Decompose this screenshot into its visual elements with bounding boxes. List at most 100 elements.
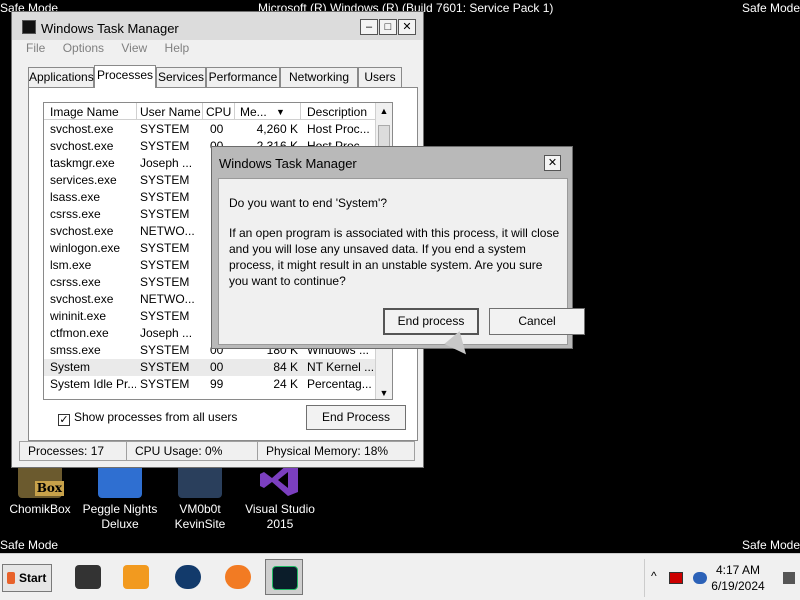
taskbar-globe[interactable]: [169, 559, 207, 595]
column-user-name[interactable]: User Name: [140, 105, 201, 119]
tab-processes[interactable]: Processes: [94, 65, 156, 88]
menu-bar: File Options View Help: [26, 41, 203, 55]
taskbar-firefox[interactable]: [219, 559, 257, 595]
safe-mode-label-bottom-right: Safe Mode: [741, 538, 800, 552]
table-cell: ctfmon.exe: [50, 326, 109, 340]
dvd-player-icon: [75, 565, 101, 589]
table-cell: 99: [210, 377, 224, 391]
table-cell: SYSTEM: [140, 190, 190, 204]
column-image-name[interactable]: Image Name: [50, 105, 119, 119]
end-process-button[interactable]: End Process: [306, 405, 406, 430]
start-button[interactable]: Start: [2, 564, 52, 592]
cancel-button[interactable]: Cancel: [489, 308, 585, 335]
menu-options[interactable]: Options: [63, 41, 104, 55]
table-cell: 4,260 K: [256, 122, 298, 136]
table-cell: NT Kernel ...: [307, 360, 375, 374]
clock-date: 6/19/2024: [711, 579, 765, 593]
table-cell: System Idle Pr...: [50, 377, 136, 391]
action-center-icon[interactable]: [669, 572, 683, 584]
table-cell: Joseph ...: [140, 156, 193, 170]
table-cell: 24 K: [273, 377, 298, 391]
table-cell: taskmgr.exe: [50, 156, 115, 170]
table-cell: csrss.exe: [50, 207, 101, 221]
table-cell: SYSTEM: [140, 207, 190, 221]
taskbar-task-manager[interactable]: [265, 559, 303, 595]
menu-help[interactable]: Help: [165, 41, 190, 55]
table-cell: lsass.exe: [50, 190, 101, 204]
dialog-titlebar[interactable]: Windows Task Manager ✕: [212, 147, 572, 179]
column-memory[interactable]: Me...: [240, 105, 267, 119]
media-center-icon: [123, 565, 149, 589]
confirm-end-process-button[interactable]: End process: [383, 308, 479, 335]
table-cell: svchost.exe: [50, 139, 114, 153]
clock[interactable]: 4:17 AM 6/19/2024: [693, 562, 783, 594]
dialog-title: Windows Task Manager: [219, 156, 357, 171]
task-manager-title: Windows Task Manager: [41, 21, 179, 36]
column-description[interactable]: Description: [307, 105, 367, 119]
table-cell: SYSTEM: [140, 309, 190, 323]
start-label: Start: [19, 571, 47, 585]
tab-users[interactable]: Users: [358, 67, 402, 87]
table-cell: SYSTEM: [140, 241, 190, 255]
table-cell: winlogon.exe: [50, 241, 121, 255]
desktop-icon-peggle[interactable]: Peggle Nights Deluxe: [78, 462, 162, 532]
table-cell: 84 K: [273, 360, 298, 374]
status-physical-memory: Physical Memory: 18%: [257, 441, 415, 461]
task-manager-app-icon: [22, 20, 36, 34]
tab-networking[interactable]: Networking: [280, 67, 358, 87]
table-cell: NETWO...: [140, 292, 195, 306]
tab-services[interactable]: Services: [156, 67, 206, 87]
table-row[interactable]: svchost.exe SYSTEM 00 4,260 K Host Proc...: [44, 121, 377, 138]
minimize-button[interactable]: –: [360, 19, 378, 35]
dialog-close-button[interactable]: ✕: [544, 155, 561, 171]
checkbox-box[interactable]: ✓: [58, 414, 70, 426]
tab-performance[interactable]: Performance: [206, 67, 280, 87]
taskbar-media-center[interactable]: [117, 559, 155, 595]
show-hidden-icons-chevron-icon[interactable]: ^: [651, 569, 665, 583]
desktop-icon-label: Visual Studio 2015: [245, 502, 315, 531]
table-cell: SYSTEM: [140, 275, 190, 289]
table-cell: csrss.exe: [50, 275, 101, 289]
maximize-button[interactable]: □: [379, 19, 397, 35]
start-orb-icon: [7, 572, 15, 584]
menu-file[interactable]: File: [26, 41, 45, 55]
table-cell: svchost.exe: [50, 292, 114, 306]
show-all-processes-checkbox[interactable]: ✓ Show processes from all users: [58, 410, 237, 426]
table-cell: svchost.exe: [50, 224, 114, 238]
task-manager-titlebar[interactable]: Windows Task Manager – □ ✕: [12, 12, 423, 40]
table-cell: Host Proc...: [307, 122, 370, 136]
scroll-up-icon[interactable]: ▲: [378, 105, 390, 117]
table-cell: 00: [210, 122, 224, 136]
menu-view[interactable]: View: [121, 41, 147, 55]
close-button[interactable]: ✕: [398, 19, 416, 35]
desktop-icon-label: Peggle Nights Deluxe: [82, 502, 158, 531]
process-list-header: Image Name User Name CPU Me... ▼ Descrip…: [44, 103, 377, 120]
desktop-icon-chomikbox[interactable]: Box ChomikBox: [0, 462, 82, 517]
status-bar: Processes: 17 CPU Usage: 0% Physical Mem…: [12, 440, 423, 462]
desktop-icon-visual-studio[interactable]: Visual Studio 2015: [238, 462, 322, 532]
table-cell: SYSTEM: [140, 122, 190, 136]
task-manager-icon: [272, 566, 298, 590]
table-cell: SYSTEM: [140, 360, 190, 374]
clock-time: 4:17 AM: [715, 563, 761, 577]
speaker-icon[interactable]: [783, 572, 795, 584]
taskbar: Start ^ 4:17 AM 6/19/2024: [0, 553, 800, 600]
taskbar-dvd-player[interactable]: [69, 559, 107, 595]
column-cpu[interactable]: CPU: [206, 105, 231, 119]
table-cell: wininit.exe: [50, 309, 107, 323]
desktop-icon-vm0b0t[interactable]: VM0b0t KevinSite: [158, 462, 242, 532]
show-all-processes-label: Show processes from all users: [74, 410, 238, 424]
dialog-body: Do you want to end 'System'? If an open …: [218, 178, 585, 345]
tab-applications[interactable]: Applications: [28, 67, 94, 87]
table-row[interactable]: System SYSTEM 00 84 K NT Kernel ...: [44, 359, 377, 376]
table-cell: SYSTEM: [140, 377, 190, 391]
table-cell: Percentag...: [307, 377, 372, 391]
globe-icon: [175, 565, 201, 589]
scroll-down-icon[interactable]: ▼: [378, 387, 390, 399]
table-cell: svchost.exe: [50, 122, 114, 136]
table-cell: services.exe: [50, 173, 117, 187]
desktop-icon-label: ChomikBox: [9, 502, 71, 516]
table-row[interactable]: System Idle Pr... SYSTEM 99 24 K Percentag..…: [44, 376, 377, 393]
system-tray: ^ 4:17 AM 6/19/2024: [644, 559, 798, 597]
table-cell: SYSTEM: [140, 343, 190, 357]
